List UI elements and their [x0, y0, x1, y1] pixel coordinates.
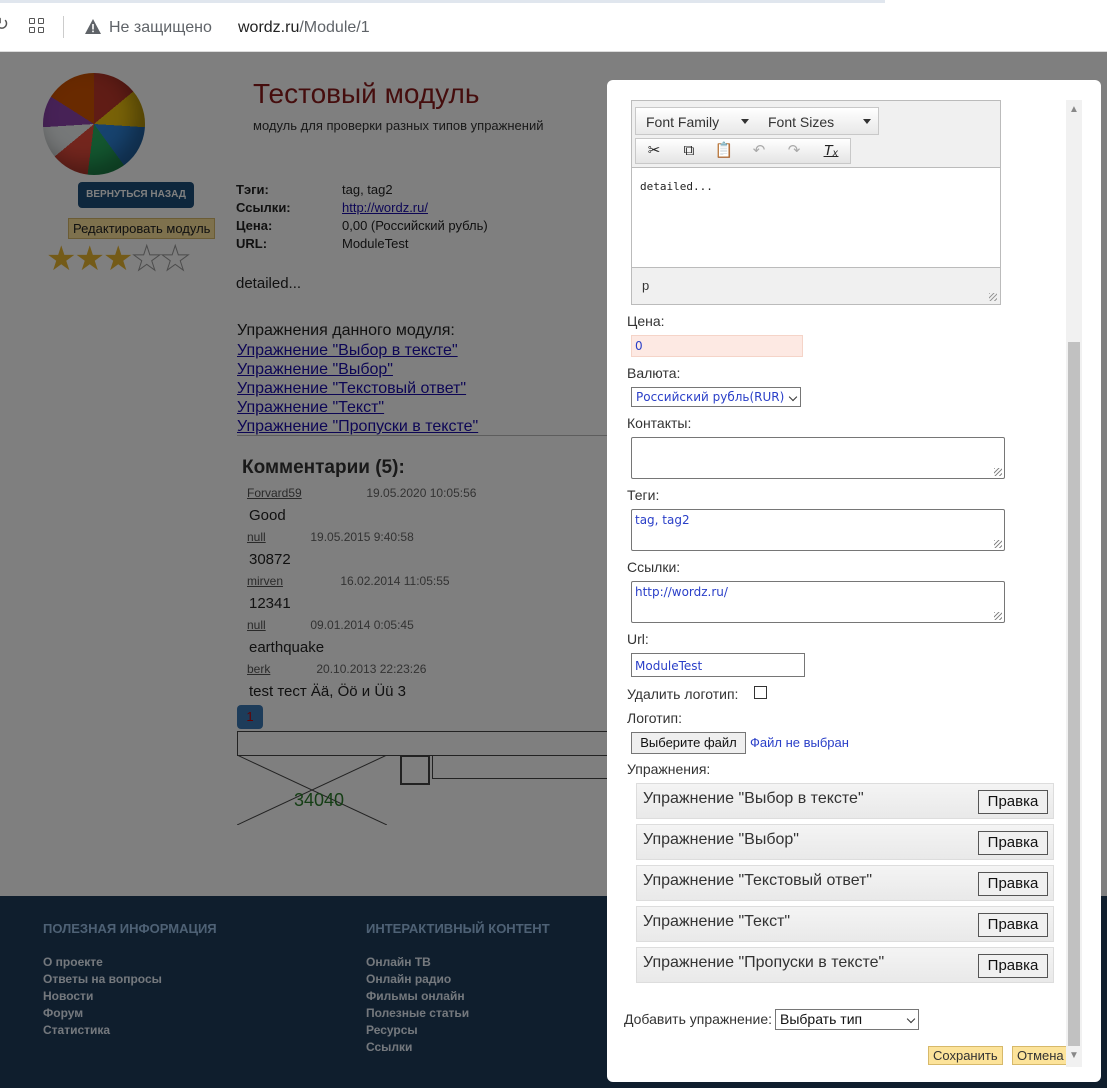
- links-label: Ссылки:: [627, 559, 681, 575]
- modal-scrollbar-thumb[interactable]: [1068, 342, 1080, 1046]
- resize-grip-icon[interactable]: [994, 468, 1002, 476]
- exercise-item: Упражнение "Текстовый ответ" Правка: [636, 865, 1054, 901]
- exercise-item: Упражнение "Текст" Правка: [636, 906, 1054, 942]
- url-input[interactable]: ModuleTest: [631, 653, 805, 677]
- apps-grid-icon[interactable]: [29, 18, 45, 34]
- edit-exercise-button[interactable]: Правка: [978, 954, 1048, 978]
- resize-grip-icon[interactable]: [994, 540, 1002, 548]
- links-value: http://wordz.ru/: [635, 585, 728, 599]
- edit-exercise-button[interactable]: Правка: [978, 790, 1048, 814]
- currency-select[interactable]: Российский рубль(RUR): [631, 387, 801, 407]
- font-sizes-dropdown[interactable]: Font Sizes: [768, 114, 834, 130]
- links-textarea[interactable]: http://wordz.ru/: [631, 581, 1005, 623]
- add-exercise-label: Добавить упражнение:: [624, 1011, 773, 1027]
- editor-content-area[interactable]: detailed...: [632, 167, 1000, 268]
- browser-toolbar: ↻ Не защищено wordz.ru/Module/1: [0, 0, 1107, 52]
- address-bar-url[interactable]: wordz.ru/Module/1: [238, 19, 370, 37]
- page-load-progress: [0, 0, 885, 3]
- exercise-name: Упражнение "Выбор": [643, 831, 799, 848]
- choose-file-button[interactable]: Выберите файл: [631, 732, 746, 754]
- rich-text-editor: Font Family Font Sizes ✂ ⧉ 📋 ↶ ↷ Tₓ deta…: [631, 100, 1001, 305]
- cancel-button[interactable]: Отмена: [1012, 1046, 1069, 1065]
- edit-exercise-button[interactable]: Правка: [978, 913, 1048, 937]
- chevron-down-icon: [788, 392, 798, 402]
- redo-icon[interactable]: ↷: [779, 141, 809, 161]
- reload-icon[interactable]: ↻: [0, 14, 9, 35]
- exercise-item: Упражнение "Выбор" Правка: [636, 824, 1054, 860]
- delete-logo-label: Удалить логотип:: [627, 686, 739, 702]
- delete-logo-checkbox[interactable]: [754, 686, 767, 699]
- scroll-down-icon[interactable]: ▼: [1066, 1048, 1082, 1064]
- undo-icon[interactable]: ↶: [744, 141, 774, 161]
- currency-label: Валюта:: [627, 365, 681, 381]
- tags-textarea[interactable]: tag, tag2: [631, 509, 1005, 551]
- exercise-name: Упражнение "Пропуски в тексте": [643, 954, 885, 971]
- edit-exercise-button[interactable]: Правка: [978, 872, 1048, 896]
- editor-format-toolbar: Font Family Font Sizes: [635, 107, 879, 135]
- contacts-label: Контакты:: [627, 415, 692, 431]
- font-family-dropdown[interactable]: Font Family: [646, 114, 719, 130]
- paste-icon[interactable]: 📋: [709, 141, 739, 161]
- file-status-text: Файл не выбран: [750, 735, 849, 750]
- price-input[interactable]: 0: [631, 335, 803, 357]
- exercise-item: Упражнение "Пропуски в тексте" Правка: [636, 947, 1054, 983]
- url-label: Url:: [627, 631, 649, 647]
- exercise-item: Упражнение "Выбор в тексте" Правка: [636, 783, 1054, 819]
- url-host: wordz.ru: [238, 19, 300, 36]
- exercise-name: Упражнение "Текст": [643, 913, 791, 930]
- save-button[interactable]: Сохранить: [928, 1046, 1003, 1065]
- contacts-textarea[interactable]: [631, 437, 1005, 479]
- exercise-name: Упражнение "Текстовый ответ": [643, 872, 873, 889]
- toolbar-divider: [63, 16, 64, 38]
- currency-selected-value: Российский рубль(RUR): [636, 390, 785, 404]
- exercise-name: Упражнение "Выбор в тексте": [643, 790, 864, 807]
- edit-exercise-button[interactable]: Правка: [978, 831, 1048, 855]
- chevron-down-icon[interactable]: [741, 119, 749, 124]
- security-status-text[interactable]: Не защищено: [109, 19, 212, 37]
- chevron-down-icon[interactable]: [863, 119, 871, 124]
- warning-icon[interactable]: [84, 18, 102, 36]
- resize-grip-icon[interactable]: [994, 612, 1002, 620]
- tags-label: Теги:: [627, 487, 660, 503]
- url-path: /Module/1: [299, 19, 370, 36]
- price-label: Цена:: [627, 313, 665, 329]
- add-exercise-selected-value: Выбрать тип: [780, 1011, 863, 1027]
- chevron-down-icon: [906, 1014, 916, 1024]
- editor-element-path: p: [642, 278, 650, 293]
- exercises-label: Упражнения:: [627, 761, 711, 777]
- clear-formatting-icon[interactable]: Tₓ: [816, 141, 846, 161]
- add-exercise-type-select[interactable]: Выбрать тип: [775, 1009, 919, 1030]
- tags-value: tag, tag2: [635, 513, 690, 527]
- copy-icon[interactable]: ⧉: [674, 141, 704, 161]
- resize-grip-icon[interactable]: [989, 293, 997, 301]
- editor-edit-toolbar: ✂ ⧉ 📋 ↶ ↷ Tₓ: [635, 138, 851, 164]
- scroll-up-icon[interactable]: ▲: [1066, 102, 1082, 118]
- cut-icon[interactable]: ✂: [639, 141, 669, 161]
- logo-label: Логотип:: [627, 710, 682, 726]
